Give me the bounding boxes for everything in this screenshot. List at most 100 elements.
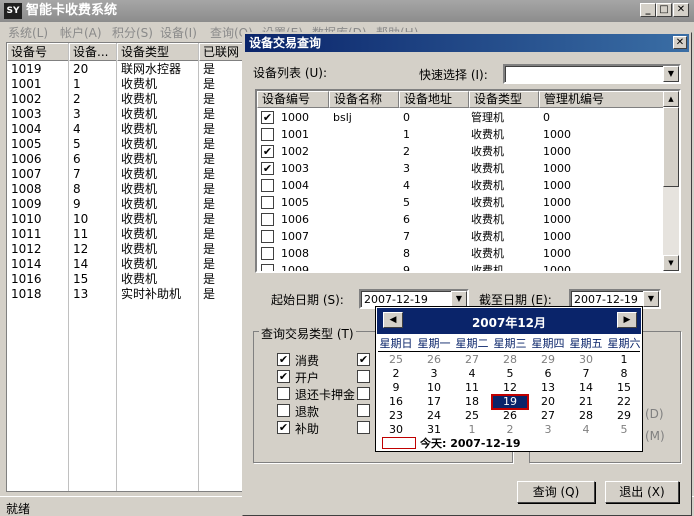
chevron-down-icon[interactable]: ▼	[643, 291, 659, 307]
device-checkbox[interactable]	[261, 196, 274, 209]
menu-points[interactable]: 积分(S)	[112, 24, 153, 41]
col-header-networked[interactable]: 已联网	[199, 43, 243, 61]
calendar-day[interactable]: 5	[492, 367, 528, 381]
calendar-day[interactable]: 30	[568, 353, 604, 367]
calendar-day[interactable]: 12	[492, 381, 528, 395]
type-checkbox[interactable]	[357, 387, 370, 400]
calendar-day[interactable]: 1	[606, 353, 642, 367]
calendar-day[interactable]: 27	[454, 353, 490, 367]
calendar-day[interactable]: 23	[378, 409, 414, 423]
type-checkbox[interactable]: ✔	[357, 353, 370, 366]
calendar-day[interactable]: 27	[530, 409, 566, 423]
calendar-day[interactable]: 3	[530, 423, 566, 437]
type-checkbox[interactable]: ✔	[277, 370, 290, 383]
grid-row[interactable]: ✔ 1003 3 收费机 1000	[257, 160, 665, 177]
calendar-day[interactable]: 17	[416, 395, 452, 409]
exit-button[interactable]: 退出 (X)	[605, 481, 679, 503]
calendar-day[interactable]: 10	[416, 381, 452, 395]
table-row[interactable]: 1008 8 收费机 是	[7, 182, 243, 197]
selected-day[interactable]: 19	[491, 394, 529, 410]
grid-scrollbar[interactable]: ▲ ▼	[663, 91, 679, 271]
menu-device[interactable]: 设备(I)	[160, 24, 197, 41]
calendar-day[interactable]: 28	[568, 409, 604, 423]
menu-account[interactable]: 帐户(A)	[60, 24, 102, 41]
calendar-day[interactable]: 29	[606, 409, 642, 423]
calendar-day[interactable]: 25	[454, 409, 490, 423]
table-row[interactable]: 1018 13 实时补助机 是	[7, 287, 243, 302]
device-checkbox[interactable]: ✔	[261, 162, 274, 175]
calendar-popup[interactable]: 2007年12月 ◀ ▶ 星期日 星期一 星期二 星期三 星期四 星期五 星期六 25 26 2…	[375, 306, 643, 452]
calendar-day[interactable]: 6	[530, 367, 566, 381]
calendar-day[interactable]: 30	[378, 423, 414, 437]
grid-header-device-addr[interactable]: 设备地址	[399, 91, 469, 108]
calendar-day[interactable]: 3	[416, 367, 452, 381]
calendar-day[interactable]: 26	[416, 353, 452, 367]
calendar-day[interactable]: 11	[454, 381, 490, 395]
device-list[interactable]: 设备号 设备... 设备类型 已联网 1019 20 联网水控器是 1001 1 收费机是…	[6, 42, 244, 492]
grid-row[interactable]: 1006 6 收费机 1000	[257, 211, 665, 228]
table-row[interactable]: 1010 10 收费机是	[7, 212, 243, 227]
calendar-day[interactable]: 22	[606, 395, 642, 409]
query-button[interactable]: 查询 (Q)	[517, 481, 595, 503]
close-button[interactable]: ✕	[673, 3, 689, 17]
chevron-down-icon[interactable]: ▼	[663, 66, 679, 82]
calendar-day[interactable]: 16	[378, 395, 414, 409]
type-checkbox[interactable]: ✔	[277, 353, 290, 366]
quick-select-combo[interactable]: ▼	[503, 64, 681, 84]
grid-header-device-no[interactable]: 设备编号	[257, 91, 329, 108]
table-row[interactable]: 1005 5 收费机 是	[7, 137, 243, 152]
grid-header-device-type[interactable]: 设备类型	[469, 91, 539, 108]
col-header-device-type[interactable]: 设备类型	[117, 43, 199, 61]
table-row[interactable]: 1003 3 收费机 是	[7, 107, 243, 122]
table-row[interactable]: 1002 2 收费机 是	[7, 92, 243, 107]
calendar-day[interactable]: 28	[492, 353, 528, 367]
calendar-day[interactable]: 9	[378, 381, 414, 395]
chevron-down-icon[interactable]: ▼	[451, 291, 467, 307]
calendar-day[interactable]: 14	[568, 381, 604, 395]
grid-row[interactable]: ✔ 1002 2 收费机 1000	[257, 143, 665, 160]
col-header-device-no[interactable]: 设备号	[7, 43, 69, 61]
table-row[interactable]: 1009 9 收费机 是	[7, 197, 243, 212]
prev-month-icon[interactable]: ◀	[383, 312, 403, 328]
scroll-down-icon[interactable]: ▼	[663, 255, 679, 271]
col-header-device-addr[interactable]: 设备...	[69, 43, 117, 61]
calendar-day[interactable]: 13	[530, 381, 566, 395]
table-row[interactable]: 1004 4 收费机 是	[7, 122, 243, 137]
table-row[interactable]: 1011 11 收费机 是	[7, 227, 243, 242]
device-checkbox[interactable]	[261, 213, 274, 226]
grid-row[interactable]: 1005 5 收费机 1000	[257, 194, 665, 211]
device-checkbox[interactable]	[261, 179, 274, 192]
menu-system[interactable]: 系统(L)	[8, 24, 48, 41]
calendar-day[interactable]: 20	[530, 395, 566, 409]
calendar-day[interactable]: 8	[606, 367, 642, 381]
calendar-day[interactable]: 18	[454, 395, 490, 409]
grid-row[interactable]: ✔ 1000 bslj 0 管理机 0	[257, 109, 665, 126]
table-row[interactable]: 1001 1 收费机 是	[7, 77, 243, 92]
grid-row[interactable]: 1009 9 收费机 1000	[257, 262, 665, 271]
type-checkbox[interactable]	[277, 387, 290, 400]
calendar-day[interactable]: 24	[416, 409, 452, 423]
grid-row[interactable]: 1004 4 收费机 1000	[257, 177, 665, 194]
dialog-close-button[interactable]: ✕	[673, 36, 687, 49]
type-checkbox[interactable]	[357, 421, 370, 434]
device-checkbox[interactable]	[261, 247, 274, 260]
calendar-day[interactable]: 26	[492, 409, 528, 423]
table-row[interactable]: 1019 20 联网水控器 是	[7, 62, 243, 77]
type-checkbox[interactable]	[277, 404, 290, 417]
device-checkbox[interactable]: ✔	[261, 111, 274, 124]
scroll-up-icon[interactable]: ▲	[663, 91, 679, 107]
calendar-day[interactable]: 29	[530, 353, 566, 367]
grid-row[interactable]: 1001 1 收费机 1000	[257, 126, 665, 143]
table-row[interactable]: 1014 14 收费机 是	[7, 257, 243, 272]
maximize-button[interactable]: □	[656, 3, 672, 17]
calendar-day[interactable]: 4	[454, 367, 490, 381]
calendar-day[interactable]: 7	[568, 367, 604, 381]
table-row[interactable]: 1007 7 收费机 是	[7, 167, 243, 182]
device-grid[interactable]: 设备编号 设备名称 设备地址 设备类型 管理机编号 ✔ 1000 bslj 0 管理机 0…	[255, 89, 681, 273]
grid-row[interactable]: 1008 8 收费机 1000	[257, 245, 665, 262]
table-row[interactable]: 1006 6 收费机 是	[7, 152, 243, 167]
device-checkbox[interactable]: ✔	[261, 145, 274, 158]
device-checkbox[interactable]	[261, 128, 274, 141]
table-row[interactable]: 1016 15 收费机 是	[7, 272, 243, 287]
device-checkbox[interactable]	[261, 264, 274, 271]
